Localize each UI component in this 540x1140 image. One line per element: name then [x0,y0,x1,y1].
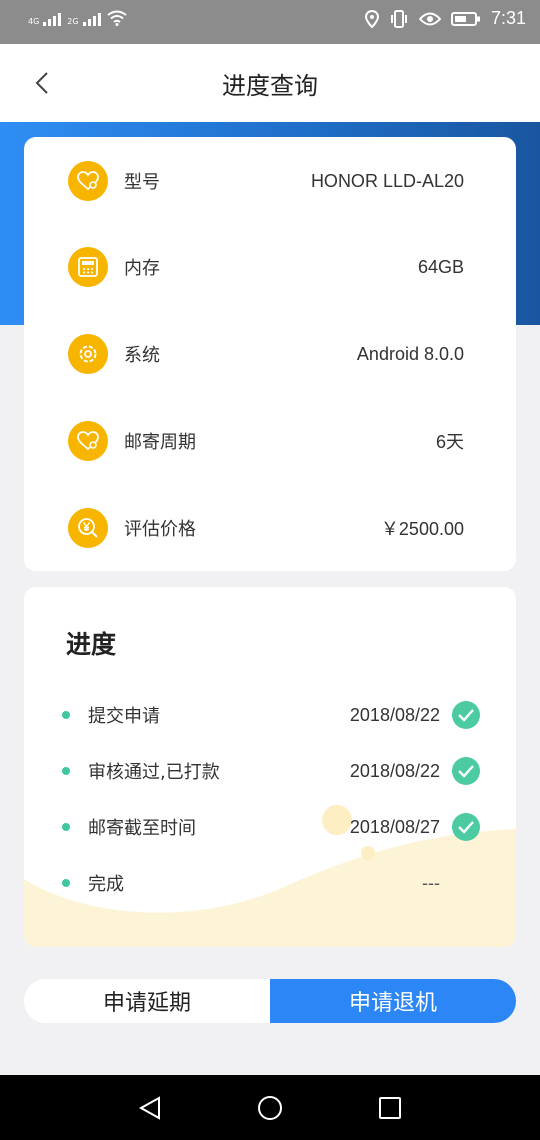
spec-label: 系统 [124,345,160,366]
heart-gear-icon [68,421,108,461]
spec-value: Android 8.0.0 [356,343,464,364]
system-nav-bar [0,1075,540,1140]
step-date: 2018/08/22 [349,760,440,781]
gear-icon [68,334,108,374]
triangle-back-icon [138,1096,160,1120]
spec-row-shipping-period: 邮寄周期 6天 [68,421,464,461]
network-type-1: 4G [28,17,40,26]
spec-value: 64GB [417,256,464,277]
progress-card: 进度 提交申请 2018/08/22 审核通过,已打款 2018/08/22 邮… [24,587,516,947]
spec-row-model: 型号 HONOR LLD-AL20 [68,161,464,201]
system-home-button[interactable] [255,1093,285,1123]
nav-bar: 进度查询 [0,44,540,122]
progress-title: 进度 [66,630,117,659]
eye-comfort-icon [418,12,441,25]
spec-label: 内存 [124,258,160,279]
status-bar: 4G 2G 7:31 [0,0,540,44]
progress-step: 提交申请 2018/08/22 [62,700,480,730]
system-back-button[interactable] [136,1093,166,1123]
progress-step: 完成 --- [62,868,480,898]
page-title: 进度查询 [222,72,318,100]
step-label: 提交申请 [88,706,160,727]
check-icon [452,813,480,841]
spec-value: ￥2500.00 [380,519,464,539]
location-icon [364,9,379,28]
spec-value: HONOR LLD-AL20 [310,170,464,191]
clock: 7:31 [490,8,526,28]
spec-label: 型号 [124,172,160,193]
request-return-button[interactable]: 申请退机 [270,979,516,1023]
step-date: 2018/08/22 [349,704,440,725]
spec-row-system: 系统 Android 8.0.0 [68,334,464,374]
step-label: 审核通过,已打款 [88,762,220,783]
signal-icon [43,10,62,26]
circle-home-icon [258,1096,282,1120]
check-icon [452,701,480,729]
action-buttons: 申请延期 申请退机 [24,979,516,1023]
request-extension-button[interactable]: 申请延期 [24,979,270,1023]
spec-row-estimated-price: 评估价格 ￥2500.00 [68,508,464,548]
wifi-icon [106,10,127,26]
progress-step: 邮寄截至时间 2018/08/27 [62,812,480,842]
signal-icon-2 [82,10,101,26]
step-label: 完成 [88,874,124,895]
device-info-card: 型号 HONOR LLD-AL20 内存 64GB 系统 Android 8.0… [24,137,516,571]
vibrate-icon [390,9,407,28]
battery-icon [450,11,480,26]
step-dot [62,823,70,831]
spec-label: 邮寄周期 [124,432,196,453]
check-icon [452,757,480,785]
step-dot [62,879,70,887]
square-recents-icon [379,1097,401,1119]
yuan-search-icon [68,508,108,548]
network-type-2: 2G [67,17,79,26]
step-dot [62,711,70,719]
calculator-icon [68,247,108,287]
step-label: 邮寄截至时间 [88,818,196,839]
spec-row-memory: 内存 64GB [68,247,464,287]
system-recents-button[interactable] [375,1093,405,1123]
step-dot [62,767,70,775]
spec-value: 6天 [435,432,464,452]
progress-step: 审核通过,已打款 2018/08/22 [62,756,480,786]
step-date: 2018/08/27 [349,816,440,837]
spec-label: 评估价格 [124,519,196,540]
heart-gear-icon [68,161,108,201]
step-date: --- [422,872,440,893]
